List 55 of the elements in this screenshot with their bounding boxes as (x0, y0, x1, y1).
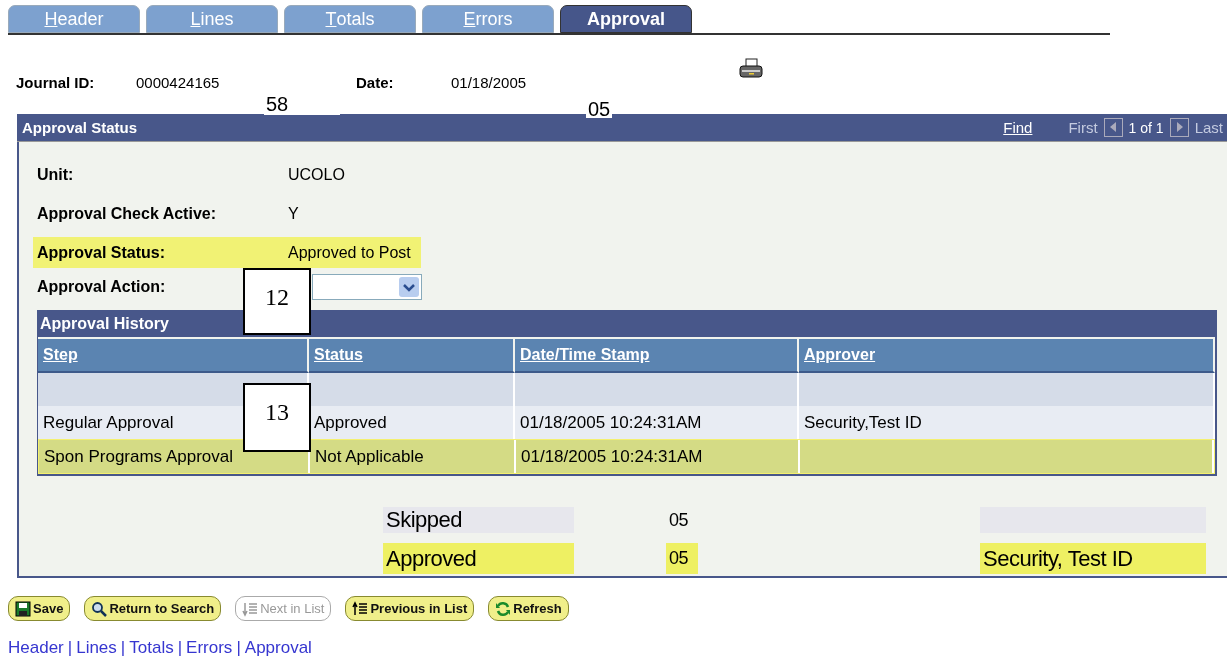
record-count: 1 of 1 (1128, 119, 1164, 136)
separator: | (236, 638, 241, 658)
toolbar-button[interactable]: Refresh (488, 596, 569, 621)
callout-label: 12 (243, 268, 311, 335)
toolbar-button[interactable]: Return to Search (84, 596, 222, 621)
refresh-icon (495, 600, 512, 617)
page-link[interactable]: Errors (186, 638, 233, 658)
column-header-link[interactable]: Step (43, 346, 78, 364)
field-value: 0000424165 (136, 73, 221, 91)
legend-approver: Security, Test ID (980, 543, 1206, 574)
column-header-link[interactable]: Approver (804, 346, 876, 364)
table-cell: 01/18/2005 10:24:31AM (520, 412, 702, 433)
separator: | (177, 638, 183, 658)
column-header-link[interactable]: Status (314, 346, 363, 364)
grid-title: Approval History (40, 315, 169, 333)
panel-title: Approval Status (21, 119, 139, 136)
field-label: Approval Status: (33, 237, 288, 268)
toolbar-button[interactable]: Previous in List (345, 596, 475, 621)
page-link[interactable]: Approval (244, 638, 312, 658)
tab[interactable]: Approval (560, 5, 692, 33)
field-label: Approval Action: (37, 278, 167, 296)
field-label: Approval Check Active: (36, 203, 217, 224)
callout-label: 13 (243, 383, 311, 452)
toolbar-button[interactable]: Save (8, 596, 71, 621)
table-cell: Not Applicable (315, 446, 424, 467)
page-link[interactable]: Totals (129, 638, 174, 658)
table-cell: Spon Programs Approval (44, 446, 233, 467)
separator: | (120, 638, 126, 658)
field-value: Y (288, 203, 300, 224)
field-value: Approved to Post (288, 237, 421, 268)
field-label: Journal ID: (16, 73, 96, 91)
page-link[interactable]: Lines (76, 638, 117, 658)
field-value: 01/18/2005 (451, 73, 528, 91)
page-link[interactable]: Header (8, 638, 64, 658)
down-arrow-list-icon (242, 600, 259, 617)
callout-label: 05 (586, 100, 612, 118)
print-icon[interactable] (737, 58, 765, 80)
find-link[interactable]: Find (1003, 119, 1033, 136)
legend-code: 05 (666, 543, 698, 574)
field-label: Date: (356, 73, 395, 91)
separator: | (67, 638, 73, 658)
table-cell: Regular Approval (43, 412, 174, 433)
legend-status: Approved (383, 543, 574, 574)
field-label: Unit: (36, 164, 75, 185)
table-cell: Approved (314, 412, 387, 433)
chevron-down-icon (399, 277, 419, 297)
table-cell: Security,Test ID (804, 412, 922, 433)
search-icon (91, 600, 108, 617)
field-value: UCOLO (288, 164, 346, 185)
legend-code: 05 (668, 508, 690, 532)
callout-label: 58 (264, 95, 340, 115)
legend-status: Skipped (383, 507, 574, 533)
up-arrow-list-icon (352, 600, 369, 617)
table-cell: 01/18/2005 10:24:31AM (521, 446, 703, 467)
dropdown-field[interactable] (312, 274, 422, 300)
